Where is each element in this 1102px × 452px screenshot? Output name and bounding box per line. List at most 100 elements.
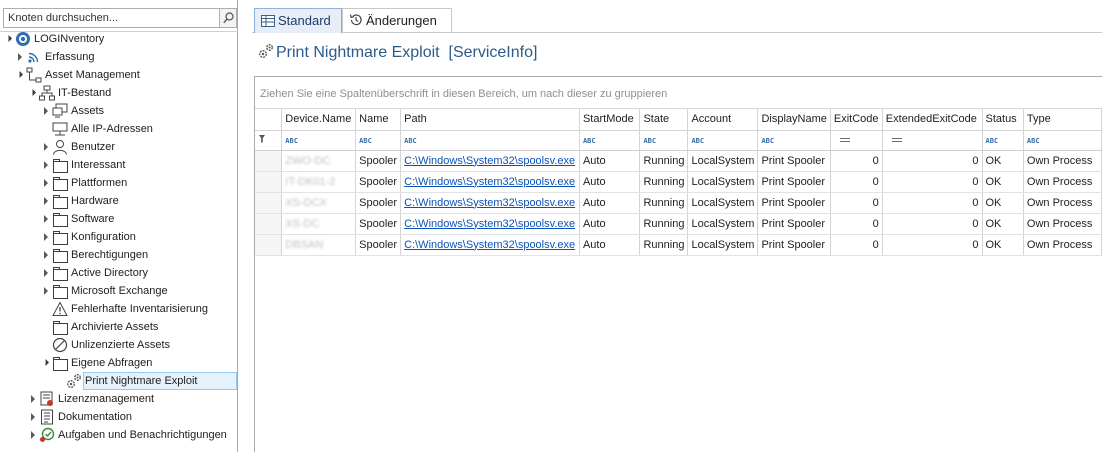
tree-item-hardware[interactable]: Hardware: [42, 192, 119, 210]
archive-folder-icon: [52, 319, 68, 335]
filter-cell[interactable]: ABC: [400, 130, 580, 151]
row-indicator[interactable]: [255, 192, 283, 214]
column-header-name[interactable]: Name: [355, 109, 402, 131]
filter-cell[interactable]: [830, 130, 883, 151]
row-indicator[interactable]: [255, 171, 283, 193]
filter-cell[interactable]: ABC: [757, 130, 831, 151]
tree-item-lizenzmanagement[interactable]: Lizenzmanagement: [29, 390, 154, 408]
tree-item-assets[interactable]: Assets: [42, 102, 104, 120]
path-link[interactable]: C:\Windows\System32\spoolsv.exe: [404, 218, 575, 230]
collapse-icon[interactable]: [42, 354, 52, 372]
table-row[interactable]: IT-DK01-2 Spooler C:\Windows\System32\sp…: [255, 171, 1102, 193]
expand-icon[interactable]: [42, 210, 52, 228]
path-link[interactable]: C:\Windows\System32\spoolsv.exe: [404, 176, 575, 188]
row-indicator[interactable]: [255, 150, 283, 172]
expand-icon[interactable]: [16, 48, 26, 66]
tree-item-software[interactable]: Software: [42, 210, 114, 228]
column-header-status[interactable]: Status: [982, 109, 1024, 131]
filter-cell[interactable]: ABC: [982, 130, 1024, 151]
tree-item-active-directory[interactable]: Active Directory: [42, 264, 148, 282]
filter-cell[interactable]: ABC: [355, 130, 402, 151]
tree-item-benutzer[interactable]: Benutzer: [42, 138, 115, 156]
filter-cell[interactable]: ABC: [579, 130, 641, 151]
cell-extendedexitcode: 0: [882, 192, 983, 214]
collapse-icon[interactable]: [16, 66, 26, 84]
column-header-state[interactable]: State: [639, 109, 689, 131]
column-header-extendedexitcode[interactable]: ExtendedExitCode: [882, 109, 983, 131]
expand-icon[interactable]: [42, 138, 52, 156]
expand-icon[interactable]: [42, 174, 52, 192]
collapse-icon[interactable]: [5, 30, 15, 48]
tree-item-print-nightmare-exploit[interactable]: Print Nightmare Exploit: [66, 372, 198, 390]
path-link[interactable]: C:\Windows\System32\spoolsv.exe: [404, 197, 575, 209]
tree-item-erfassung[interactable]: Erfassung: [16, 48, 95, 66]
pane-splitter[interactable]: [238, 0, 252, 452]
tree-search-input[interactable]: Knoten durchsuchen...: [3, 8, 237, 28]
expand-icon[interactable]: [29, 390, 39, 408]
expand-icon[interactable]: [42, 156, 52, 174]
cell-account: LocalSystem: [687, 150, 759, 172]
expand-icon[interactable]: [29, 408, 39, 426]
cell-status: OK: [982, 150, 1024, 172]
data-grid: Ziehen Sie eine Spaltenüberschrift in di…: [254, 76, 1102, 452]
search-button[interactable]: [219, 9, 236, 27]
filter-cell[interactable]: ABC: [639, 130, 689, 151]
filter-row-indicator: [255, 130, 283, 151]
expand-icon[interactable]: [42, 228, 52, 246]
tree-item-unlizenzierte-assets[interactable]: Unlizenzierte Assets: [52, 336, 170, 354]
tree-item-plattformen[interactable]: Plattformen: [42, 174, 127, 192]
row-indicator[interactable]: [255, 213, 283, 235]
expand-icon[interactable]: [42, 192, 52, 210]
group-by-panel[interactable]: Ziehen Sie eine Spaltenüberschrift in di…: [255, 77, 1102, 109]
cell-path: C:\Windows\System32\spoolsv.exe: [400, 150, 580, 172]
filter-cell[interactable]: ABC: [281, 130, 357, 151]
column-header-displayname[interactable]: DisplayName: [757, 109, 831, 131]
expand-icon[interactable]: [42, 264, 52, 282]
row-indicator[interactable]: [255, 234, 283, 256]
column-header-type[interactable]: Type: [1023, 109, 1102, 131]
filter-cell[interactable]: ABC: [687, 130, 759, 151]
folder-icon: [52, 229, 68, 245]
expand-icon[interactable]: [42, 102, 52, 120]
expand-icon[interactable]: [42, 246, 52, 264]
path-link[interactable]: C:\Windows\System32\spoolsv.exe: [404, 239, 575, 251]
hierarchy-icon: [26, 67, 42, 83]
filter-cell[interactable]: ABC: [1023, 130, 1102, 151]
expand-icon[interactable]: [42, 282, 52, 300]
tree-item-fehlerhafte-inventarisierung[interactable]: Fehlerhafte Inventarisierung: [52, 300, 208, 318]
column-header-account[interactable]: Account: [687, 109, 759, 131]
tree-item-berechtigungen[interactable]: Berechtigungen: [42, 246, 148, 264]
tab-standard[interactable]: Standard: [254, 8, 342, 33]
tree-item-dokumentation[interactable]: Dokumentation: [29, 408, 132, 426]
tree-item-microsoft-exchange[interactable]: Microsoft Exchange: [42, 282, 168, 300]
gears-icon: [259, 44, 273, 58]
tree-item-eigene-abfragen[interactable]: Eigene Abfragen: [42, 354, 152, 372]
cell-exitcode: 0: [830, 150, 883, 172]
column-header-exitcode[interactable]: ExitCode: [830, 109, 883, 131]
tree-root-loginventory[interactable]: LOGINventory: [5, 30, 104, 48]
tree-item-alle-ip-adressen[interactable]: Alle IP-Adressen: [52, 120, 153, 138]
cell-path: C:\Windows\System32\spoolsv.exe: [400, 234, 580, 256]
cell-startmode: Auto: [579, 150, 641, 172]
path-link[interactable]: C:\Windows\System32\spoolsv.exe: [404, 155, 575, 167]
column-header-startmode[interactable]: StartMode: [579, 109, 641, 131]
column-header-path[interactable]: Path: [400, 109, 580, 131]
expand-icon[interactable]: [29, 426, 39, 444]
tree-item-it-bestand[interactable]: IT-Bestand: [29, 84, 111, 102]
cell-name: Spooler: [355, 171, 402, 193]
cell-exitcode: 0: [830, 213, 883, 235]
content-pane: Standard Änderungen Print Nightmare Expl…: [252, 0, 1102, 452]
tab-aenderungen[interactable]: Änderungen: [342, 8, 452, 33]
table-row[interactable]: ZWO-DC Spooler C:\Windows\System32\spool…: [255, 150, 1102, 172]
tree-item-archivierte-assets[interactable]: Archivierte Assets: [52, 318, 158, 336]
table-row[interactable]: XS-DCX Spooler C:\Windows\System32\spool…: [255, 192, 1102, 214]
table-row[interactable]: XS-DC Spooler C:\Windows\System32\spools…: [255, 213, 1102, 235]
filter-cell[interactable]: [882, 130, 983, 151]
tree-item-asset-management[interactable]: Asset Management: [16, 66, 140, 84]
collapse-icon[interactable]: [29, 84, 39, 102]
table-row[interactable]: DBSAN Spooler C:\Windows\System32\spools…: [255, 234, 1102, 256]
tree-item-aufgaben-und-benachrichtigungen[interactable]: Aufgaben und Benachrichtigungen: [29, 426, 227, 444]
column-header-device-name[interactable]: Device.Name: [281, 109, 357, 131]
tree-item-interessant[interactable]: Interessant: [42, 156, 125, 174]
tree-item-konfiguration[interactable]: Konfiguration: [42, 228, 136, 246]
